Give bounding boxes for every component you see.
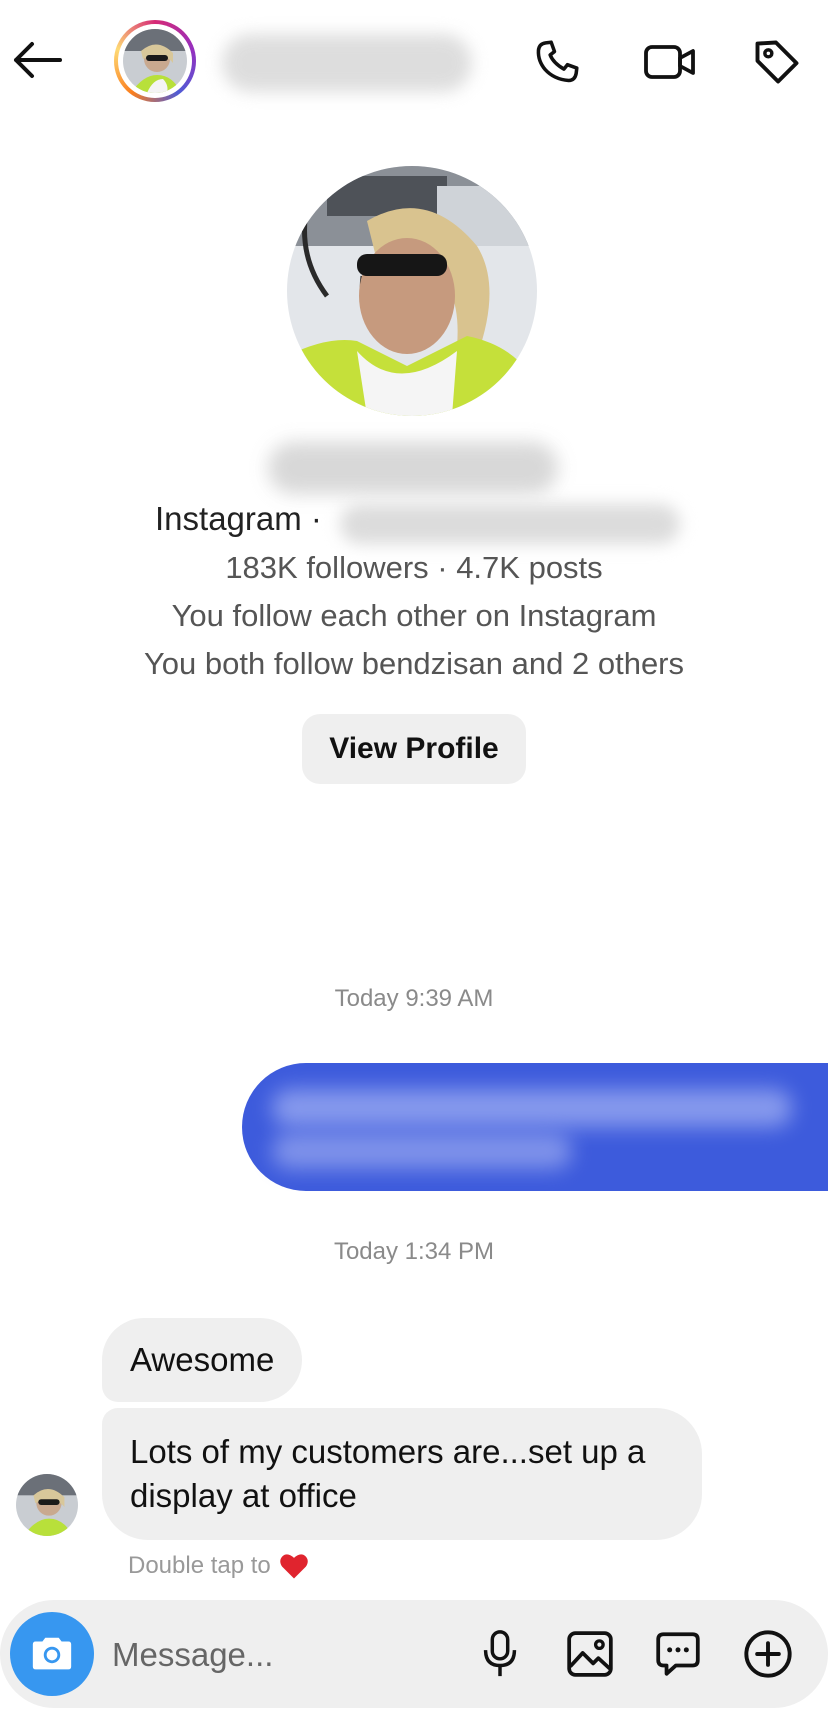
profile-display-name xyxy=(268,442,558,494)
timestamp: Today 9:39 AM xyxy=(334,985,494,1012)
tag-icon xyxy=(755,40,799,84)
more-options-button[interactable] xyxy=(738,1624,798,1684)
sent-message-bubble[interactable] xyxy=(242,1063,828,1191)
chat-bubble-icon xyxy=(656,1632,700,1676)
redacted-text-line xyxy=(272,1133,572,1169)
gallery-button[interactable] xyxy=(560,1624,620,1684)
contact-avatar[interactable] xyxy=(114,20,196,102)
received-message-text: Lots of my customers are...set up a disp… xyxy=(130,1433,646,1514)
back-button[interactable] xyxy=(8,30,68,90)
video-call-button[interactable] xyxy=(634,30,706,94)
image-icon xyxy=(567,1631,613,1677)
sticker-button[interactable] xyxy=(648,1624,708,1684)
red-heart-icon xyxy=(280,1554,308,1579)
mutual-friends-text: You both follow bendzisan and 2 others xyxy=(143,646,685,681)
plus-circle-icon xyxy=(744,1630,792,1678)
timestamp: Today 1:34 PM xyxy=(333,1238,495,1265)
camera-icon xyxy=(32,1637,72,1670)
audio-call-button[interactable] xyxy=(525,30,589,94)
redacted-text-line xyxy=(272,1089,792,1127)
profile-photo[interactable] xyxy=(287,166,537,416)
sender-avatar[interactable] xyxy=(16,1474,78,1536)
platform-row: Instagram · xyxy=(0,500,828,544)
profile-username xyxy=(340,504,680,544)
arrow-left-icon xyxy=(14,42,62,78)
message-composer xyxy=(0,1600,828,1708)
chat-header xyxy=(0,0,828,130)
contact-name[interactable] xyxy=(222,34,472,92)
voice-message-button[interactable] xyxy=(470,1624,530,1684)
received-message-bubble[interactable]: Awesome xyxy=(102,1318,303,1402)
platform-label: Instagram · xyxy=(155,500,322,537)
camera-button[interactable] xyxy=(10,1612,94,1696)
received-message-text: Awesome xyxy=(130,1341,275,1378)
reaction-hint: Double tap to xyxy=(128,1552,309,1580)
microphone-icon xyxy=(483,1630,517,1677)
received-message-bubble[interactable]: Lots of my customers are...set up a disp… xyxy=(102,1408,702,1540)
avatar-photo xyxy=(123,29,187,93)
phone-icon xyxy=(536,40,579,83)
view-profile-button[interactable]: View Profile xyxy=(302,714,526,784)
tag-button[interactable] xyxy=(742,30,812,94)
message-input[interactable] xyxy=(110,1624,454,1686)
video-camera-icon xyxy=(644,45,695,79)
mutual-follow-text: You follow each other on Instagram xyxy=(171,598,657,633)
profile-stats: 183K followers · 4.7K posts xyxy=(225,550,603,585)
reaction-hint-text: Double tap to xyxy=(128,1552,271,1579)
